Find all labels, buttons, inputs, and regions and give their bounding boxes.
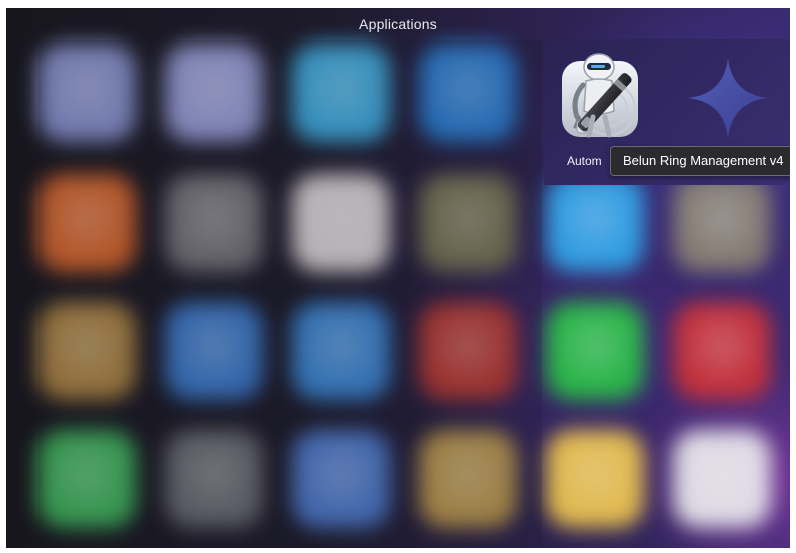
- automator-label[interactable]: Autom: [567, 154, 602, 168]
- grid-dimmer: [38, 40, 542, 548]
- blurred-app-icon[interactable]: [673, 302, 771, 400]
- blurred-app-icon[interactable]: [673, 430, 771, 528]
- blurred-app-icon[interactable]: [546, 430, 644, 528]
- window-frame: Applications Autom Belun Ring Management…: [0, 0, 796, 553]
- app-name-tooltip: Belun Ring Management v4: [610, 146, 790, 176]
- launchpad-screen: Applications Autom Belun Ring Management…: [6, 8, 790, 548]
- blurred-app-icon[interactable]: [546, 302, 644, 400]
- diamond-app-icon[interactable]: [686, 56, 770, 140]
- blurred-app-icon[interactable]: [546, 174, 644, 272]
- automator-icon[interactable]: [559, 51, 641, 141]
- page-title: Applications: [359, 16, 437, 32]
- blurred-app-icon[interactable]: [673, 174, 771, 272]
